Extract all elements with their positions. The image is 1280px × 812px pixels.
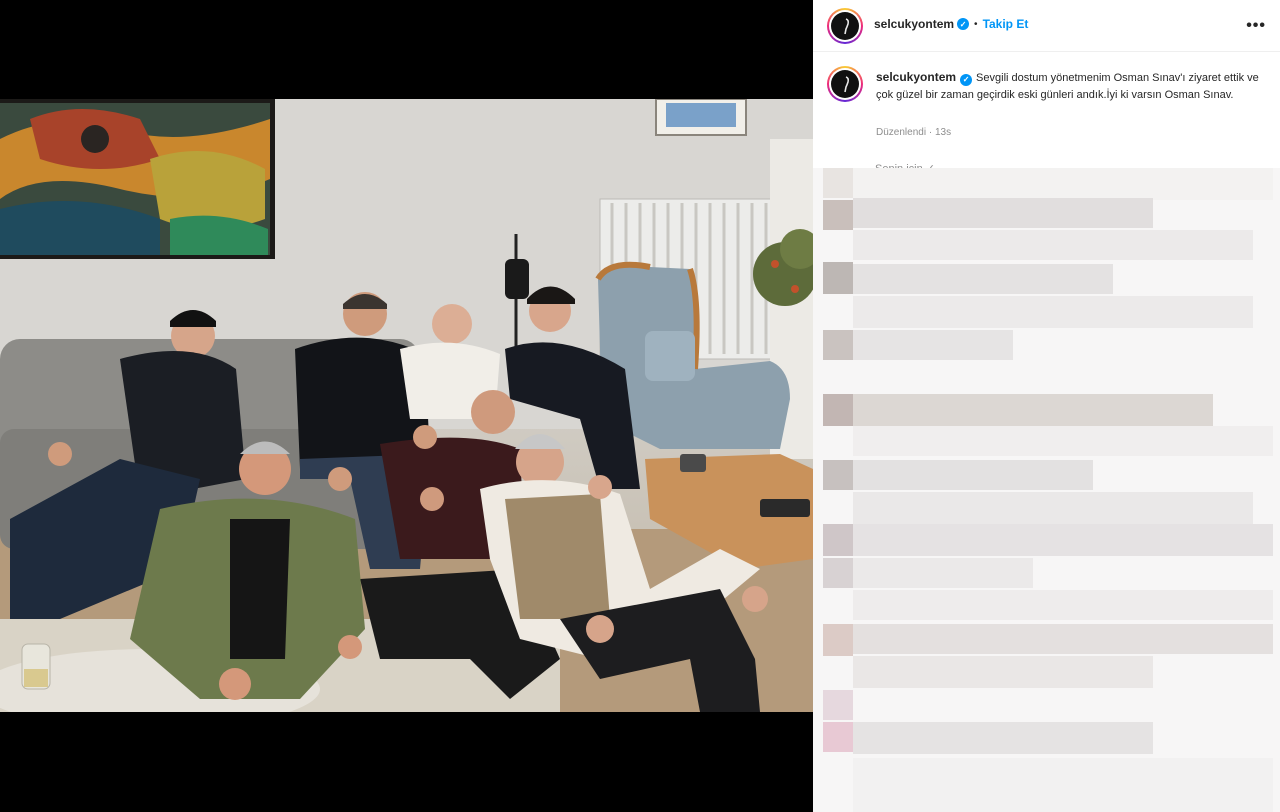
post-header: selcukyontem ✓ • Takip Et ••• — [813, 0, 1280, 52]
caption-avatar-image — [831, 70, 859, 98]
meta-separator: · — [928, 127, 933, 138]
post-media — [0, 0, 813, 812]
more-options-icon[interactable]: ••• — [1246, 17, 1266, 35]
edited-label: Düzenlendi — [876, 127, 927, 138]
photo-scene — [0, 99, 813, 712]
header-username[interactable]: selcukyontem — [874, 17, 954, 31]
caption-avatar-ring — [829, 68, 861, 100]
caption-meta: Düzenlendi · 13s — [876, 127, 951, 138]
follow-button[interactable]: Takip Et — [983, 17, 1029, 31]
pixelated-comments-area — [823, 168, 1273, 812]
verified-badge-icon: ✓ — [957, 18, 970, 30]
avatar-ring — [829, 10, 861, 42]
post-side-panel: selcukyontem ✓ • Takip Et ••• selcukyont… — [813, 0, 1280, 812]
avatar-silhouette-icon — [844, 18, 850, 35]
caption-verified-badge-icon: ✓ — [960, 73, 973, 86]
header-separator: • — [974, 18, 978, 30]
post-time[interactable]: 13s — [935, 127, 951, 138]
avatar[interactable] — [827, 8, 863, 44]
caption-text: selcukyontem ✓ Sevgili dostum yönetmenim O… — [876, 69, 1266, 104]
blurred-comments — [813, 168, 1280, 812]
avatar-image — [831, 12, 859, 40]
caption-avatar-silhouette-icon — [844, 76, 850, 93]
post-photo[interactable] — [0, 99, 813, 712]
caption-avatar[interactable] — [827, 66, 863, 102]
header-meta: selcukyontem ✓ • Takip Et — [874, 17, 1028, 31]
caption-username[interactable]: selcukyontem — [876, 70, 956, 84]
